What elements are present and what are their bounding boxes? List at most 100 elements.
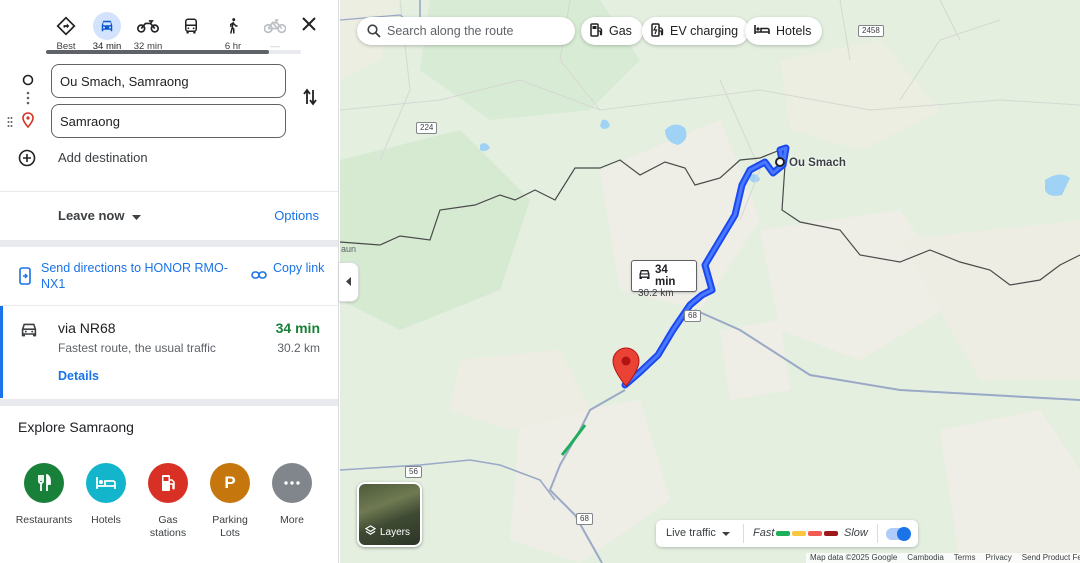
traffic-color-scale: [776, 531, 838, 536]
explore-gas-stations-button[interactable]: Gas stations: [133, 463, 203, 540]
callout-duration: 34 min: [655, 264, 676, 288]
search-along-route[interactable]: [357, 17, 575, 45]
ev-charging-chip[interactable]: EV charging: [642, 17, 750, 45]
live-traffic-label: Live traffic: [666, 527, 716, 539]
divider: [743, 524, 744, 543]
terms-link[interactable]: Terms: [954, 553, 976, 563]
feedback-link[interactable]: Send Product Feedback: [1022, 553, 1080, 563]
destination-pin-marker[interactable]: [612, 347, 640, 392]
route-subtitle: Fastest route, the usual traffic: [58, 341, 216, 355]
add-circle-icon: [18, 149, 36, 172]
map-attribution: Map data ©2025 Google Cambodia Terms Pri…: [806, 553, 1080, 563]
chevron-left-icon: [345, 273, 352, 291]
map-canvas[interactable]: [340, 0, 1080, 563]
more-dots-icon: [272, 463, 312, 503]
explore-parking-label: Parking Lots: [212, 514, 248, 539]
drag-handle-icon[interactable]: [7, 115, 13, 133]
mode-best[interactable]: Best: [46, 8, 86, 52]
swap-arrows-icon: [302, 88, 318, 111]
mode-drive[interactable]: 34 min: [87, 8, 127, 52]
fork-knife-icon: [24, 463, 64, 503]
explore-categories: Restaurants Hotels Gas stations P Parkin…: [0, 463, 338, 553]
send-directions-link[interactable]: Send directions to HONOR RMO-NX1: [41, 260, 241, 292]
search-icon: [367, 24, 381, 38]
bed-icon: [754, 24, 776, 38]
divider: [0, 191, 338, 192]
origin-marker[interactable]: [775, 157, 785, 167]
collapse-panel-button[interactable]: [339, 262, 359, 302]
road-number-badge: 68: [576, 513, 593, 525]
mode-bike[interactable]: —: [255, 8, 295, 52]
leave-now-dropdown[interactable]: Leave now: [58, 208, 142, 223]
map-data-credit: Map data ©2025 Google: [810, 553, 898, 562]
explore-more-button[interactable]: More: [257, 463, 327, 527]
route-via: via NR68: [58, 320, 116, 336]
region-link[interactable]: Cambodia: [907, 553, 943, 563]
map-place-label[interactable]: Ou Smach: [789, 157, 846, 169]
traffic-legend: Live traffic Fast Slow: [656, 520, 918, 547]
gas-chip[interactable]: Gas: [581, 17, 643, 45]
explore-hotels-button[interactable]: Hotels: [71, 463, 141, 527]
destination-input[interactable]: [51, 104, 286, 138]
share-row: Send directions to HONOR RMO-NX1 Copy li…: [0, 247, 338, 305]
diamond-directions-icon: [52, 12, 80, 40]
close-icon: [302, 16, 316, 36]
explore-restaurants-button[interactable]: Restaurants: [9, 463, 79, 527]
layers-icon: [364, 525, 377, 539]
search-along-route-input[interactable]: [387, 24, 567, 38]
bicycle-icon: [261, 12, 289, 40]
live-traffic-dropdown[interactable]: Live traffic: [666, 527, 730, 539]
section-separator: [0, 240, 338, 247]
mode-motorbike[interactable]: 32 min: [128, 8, 168, 52]
options-button[interactable]: Options: [274, 208, 319, 223]
traffic-fast-label: Fast: [753, 527, 775, 539]
route-distance: 30.2 km: [277, 341, 320, 355]
explore-hotels-label: Hotels: [91, 514, 121, 526]
swap-button[interactable]: [298, 87, 322, 111]
mode-walk[interactable]: 6 hr: [213, 8, 253, 52]
route-inputs: Add destination: [0, 62, 338, 182]
motorbike-icon: [134, 12, 162, 40]
details-link[interactable]: Details: [58, 369, 99, 383]
explore-more-label: More: [280, 514, 304, 526]
gas-pump-icon: [590, 22, 609, 40]
close-directions-button[interactable]: [296, 13, 322, 39]
ev-charger-icon: [651, 22, 670, 40]
section-separator: [0, 399, 338, 406]
road-number-badge: 68: [684, 310, 701, 322]
bus-icon: [177, 12, 205, 40]
route-dots-icon: [26, 91, 30, 110]
departure-row: Leave now Options: [0, 198, 338, 236]
mode-transit[interactable]: [171, 8, 211, 52]
link-icon: [251, 268, 267, 284]
hotels-chip-label: Hotels: [776, 24, 812, 38]
bed-icon: [86, 463, 126, 503]
route-info-callout[interactable]: 34 min 30.2 km: [631, 260, 697, 299]
walk-icon: [219, 12, 247, 40]
explore-parking-button[interactable]: P Parking Lots: [195, 463, 265, 540]
mode-scroll-thumb[interactable]: [46, 50, 269, 54]
road-number-badge: 2458: [858, 25, 884, 37]
route-option-card[interactable]: via NR68 Fastest route, the usual traffi…: [0, 306, 338, 398]
explore-restaurants-label: Restaurants: [15, 514, 73, 526]
gas-pump-icon: [148, 463, 188, 503]
travel-mode-bar: Best 34 min 32 min 6 hr —: [46, 8, 301, 56]
leave-now-label: Leave now: [58, 208, 125, 223]
copy-link-label: Copy link: [273, 261, 325, 275]
hotels-chip[interactable]: Hotels: [745, 17, 823, 45]
map-base-layer: [340, 0, 1080, 563]
privacy-link[interactable]: Privacy: [986, 553, 1012, 563]
farmland-area: [720, 320, 790, 400]
explore-title: Explore Samraong: [18, 419, 134, 435]
origin-input[interactable]: [51, 64, 286, 98]
layers-label: Layers: [380, 526, 411, 538]
car-icon: [638, 269, 651, 283]
road-number-badge: 56: [405, 466, 422, 478]
destination-pin-icon: [22, 112, 34, 133]
send-to-phone-icon: [18, 267, 32, 290]
car-icon: [19, 322, 39, 343]
mode-scroll-track: [46, 50, 301, 54]
layers-button[interactable]: Layers: [357, 482, 422, 547]
add-destination-button[interactable]: Add destination: [16, 149, 148, 167]
traffic-toggle[interactable]: [886, 527, 911, 541]
